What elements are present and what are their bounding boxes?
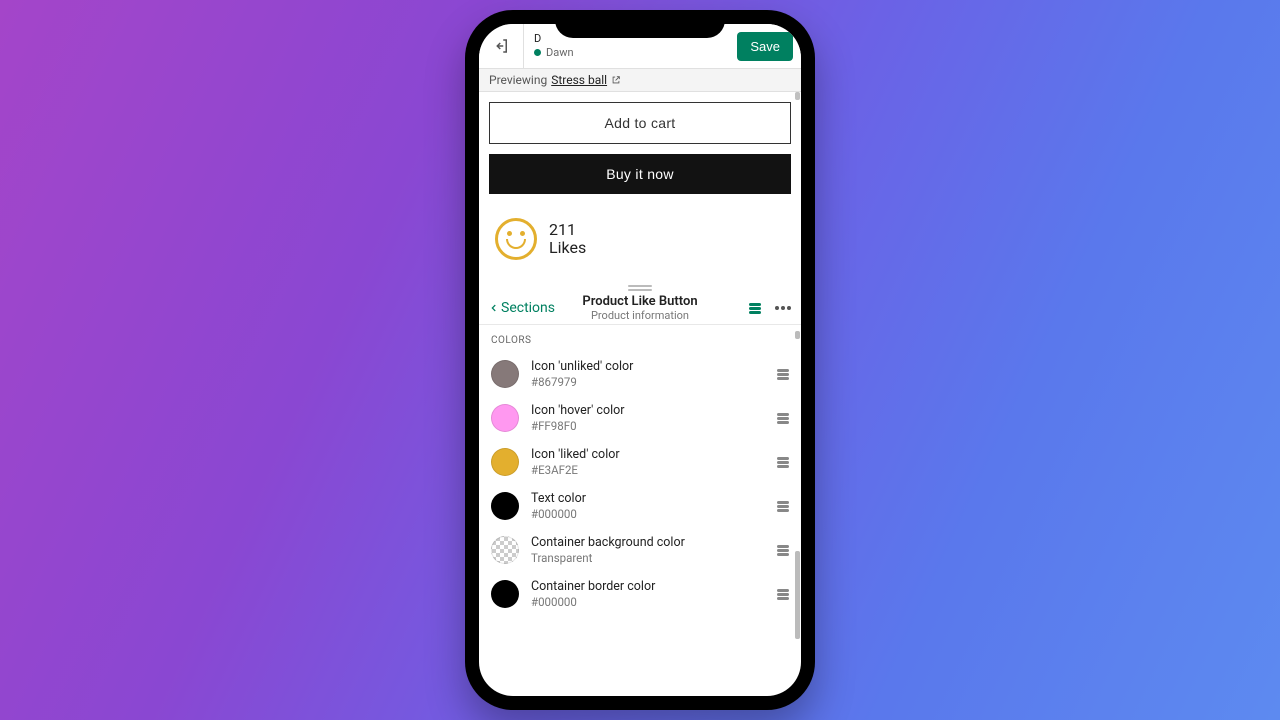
color-setting-row[interactable]: Icon 'liked' color#E3AF2E: [491, 440, 789, 484]
color-label: Icon 'hover' color: [531, 403, 765, 418]
color-swatch[interactable]: [491, 404, 519, 432]
exit-icon: [492, 37, 510, 55]
settings-scrollbar[interactable]: [795, 551, 800, 639]
theme-name: Dawn: [546, 46, 574, 59]
connect-dynamic-source-button[interactable]: [777, 413, 789, 424]
section-header: Sections Product Like Button Product inf…: [479, 296, 801, 325]
likes-text: 211 Likes: [549, 221, 586, 258]
sections-back-button[interactable]: Sections: [489, 300, 555, 316]
connect-dynamic-source-button[interactable]: [777, 369, 789, 380]
color-swatch[interactable]: [491, 448, 519, 476]
phone-screen: D Dawn Save Previewing Stress ball: [479, 24, 801, 696]
smiley-icon: [495, 218, 537, 260]
preview-bar: Previewing Stress ball: [479, 69, 801, 92]
dynamic-source-icon[interactable]: [749, 303, 761, 314]
color-setting-row[interactable]: Container background colorTransparent: [491, 528, 789, 572]
save-button[interactable]: Save: [737, 32, 793, 61]
color-text: Text color#000000: [531, 491, 765, 521]
settings-group-title: COLORS: [491, 335, 789, 346]
color-swatch[interactable]: [491, 536, 519, 564]
settings-pane: COLORS Icon 'unliked' color#867979Icon '…: [479, 325, 801, 640]
color-text: Icon 'liked' color#E3AF2E: [531, 447, 765, 477]
more-actions-button[interactable]: [775, 306, 791, 310]
section-subtitle: Product information: [582, 309, 697, 322]
chevron-left-icon: [489, 302, 499, 314]
preview-product-link[interactable]: Stress ball: [551, 73, 607, 87]
status-dot-icon: [534, 49, 541, 56]
likes-count: 211: [549, 221, 586, 239]
preview-pane: Add to cart Buy it now 211 Likes: [479, 92, 801, 280]
color-text: Icon 'hover' color#FF98F0: [531, 403, 765, 433]
color-label: Container background color: [531, 535, 765, 550]
color-value: #FF98F0: [531, 419, 765, 433]
color-setting-row[interactable]: Icon 'unliked' color#867979: [491, 352, 789, 396]
external-link-icon: [611, 75, 621, 85]
color-value: Transparent: [531, 551, 765, 565]
color-label: Text color: [531, 491, 765, 506]
color-label: Container border color: [531, 579, 765, 594]
exit-editor-button[interactable]: [479, 24, 524, 68]
page-background: D Dawn Save Previewing Stress ball: [0, 0, 1280, 720]
color-setting-row[interactable]: Container border color#000000: [491, 572, 789, 616]
connect-dynamic-source-button[interactable]: [777, 545, 789, 556]
add-to-cart-button[interactable]: Add to cart: [489, 102, 791, 144]
color-value: #000000: [531, 507, 765, 521]
section-title: Product Like Button: [582, 294, 697, 309]
section-title-block: Product Like Button Product information: [582, 294, 697, 322]
connect-dynamic-source-button[interactable]: [777, 501, 789, 512]
buy-now-button[interactable]: Buy it now: [489, 154, 791, 194]
likes-block: 211 Likes: [489, 218, 791, 260]
preview-prefix: Previewing: [489, 73, 547, 87]
phone-frame: D Dawn Save Previewing Stress ball: [465, 10, 815, 710]
preview-scrollbar[interactable]: [795, 92, 800, 100]
color-text: Container border color#000000: [531, 579, 765, 609]
color-swatch[interactable]: [491, 580, 519, 608]
color-label: Icon 'liked' color: [531, 447, 765, 462]
color-text: Container background colorTransparent: [531, 535, 765, 565]
connect-dynamic-source-button[interactable]: [777, 457, 789, 468]
color-text: Icon 'unliked' color#867979: [531, 359, 765, 389]
color-swatch[interactable]: [491, 360, 519, 388]
color-setting-row[interactable]: Icon 'hover' color#FF98F0: [491, 396, 789, 440]
phone-notch: [555, 10, 725, 38]
connect-dynamic-source-button[interactable]: [777, 589, 789, 600]
settings-scrollbar-top[interactable]: [795, 331, 800, 339]
color-value: #867979: [531, 375, 765, 389]
likes-label: Likes: [549, 239, 586, 257]
color-value: #000000: [531, 595, 765, 609]
color-label: Icon 'unliked' color: [531, 359, 765, 374]
color-value: #E3AF2E: [531, 463, 765, 477]
color-setting-row[interactable]: Text color#000000: [491, 484, 789, 528]
sections-back-label: Sections: [501, 300, 555, 316]
theme-status: Dawn: [534, 46, 729, 59]
color-swatch[interactable]: [491, 492, 519, 520]
